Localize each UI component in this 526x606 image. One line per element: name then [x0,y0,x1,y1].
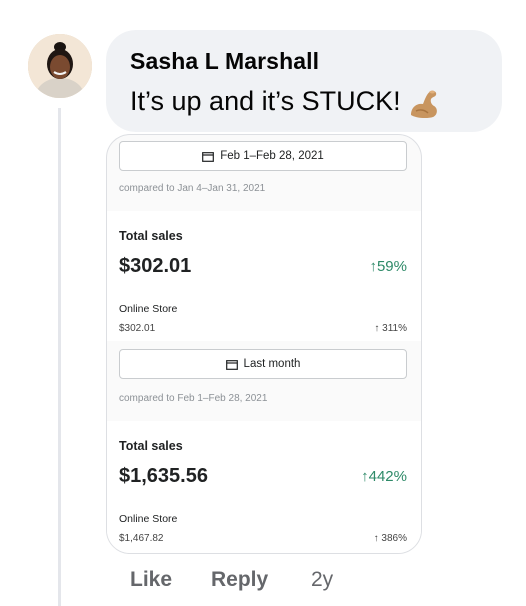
compared-to-text: compared to Jan 4–Jan 31, 2021 [119,183,266,194]
channel-value: $1,467.82 [119,533,164,544]
avatar[interactable] [28,34,92,98]
date-range-label: Feb 1–Feb 28, 2021 [220,150,324,162]
total-sales-label: Total sales [119,229,183,243]
comment-text-row: It’s up and it’s STUCK! [130,86,441,119]
total-sales-value: $1,635.56 [119,465,208,487]
channel-label: Online Store [119,513,178,525]
date-range-label: Last month [243,358,301,370]
comment-author[interactable]: Sasha L Marshall [130,48,319,75]
date-range-button[interactable]: Feb 1–Feb 28, 2021 [119,141,407,171]
flexed-biceps-emoji-icon [410,90,437,118]
channel-value: $302.01 [119,323,156,334]
channel-label: Online Store [119,303,178,315]
calendar-icon [225,359,238,370]
sales-card: Total sales $1,635.56 ↑442% Online Store… [107,421,421,553]
sales-card: Total sales $302.01 ↑59% Online Store $3… [107,211,421,341]
total-sales-label: Total sales [119,439,183,453]
channel-change: ↑ 311% [374,323,407,334]
calendar-icon [202,151,215,162]
thread-line [58,108,61,606]
total-sales-change: ↑59% [369,258,407,275]
compared-to-text: compared to Feb 1–Feb 28, 2021 [119,393,268,404]
comment-timestamp[interactable]: 2y [311,568,333,592]
channel-change: ↑ 386% [373,533,407,544]
total-sales-change: ↑442% [361,468,407,485]
attached-screenshot[interactable]: Feb 1–Feb 28, 2021 compared to Jan 4–Jan… [106,134,422,554]
avatar-photo [28,34,92,98]
date-range-button[interactable]: Last month [119,349,407,379]
reply-button[interactable]: Reply [211,568,268,592]
total-sales-value: $302.01 [119,255,192,277]
like-button[interactable]: Like [130,568,172,592]
comment-bubble: Sasha L Marshall It’s up and it’s STUCK! [106,30,502,132]
comment-text: It’s up and it’s STUCK! [130,86,401,116]
